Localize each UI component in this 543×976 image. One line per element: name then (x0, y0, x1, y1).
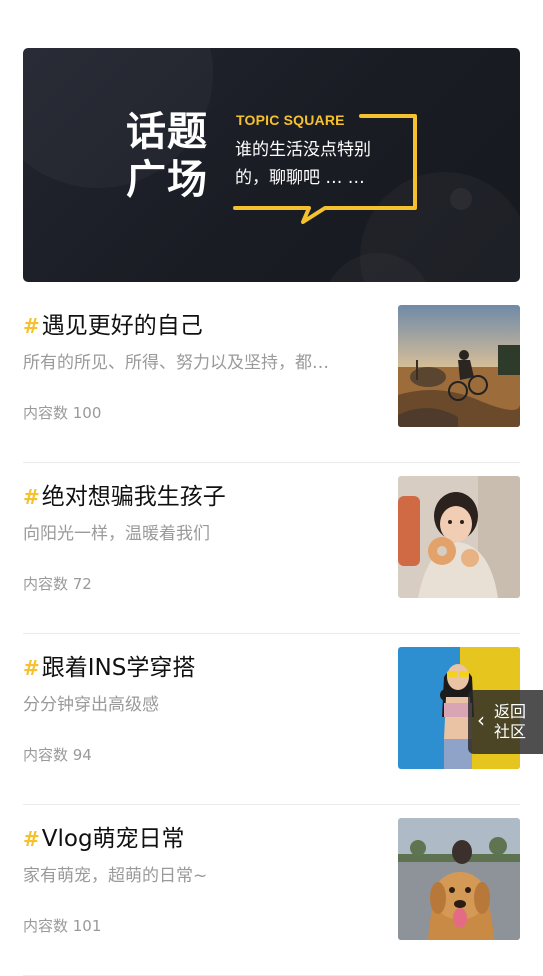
topic-title-text: 遇见更好的自己 (41, 313, 203, 339)
hash-icon: # (23, 656, 40, 680)
hash-icon: # (23, 827, 40, 851)
speech-bubble: TOPIC SQUARE 谁的生活没点特别 的，聊聊吧 … … (233, 112, 419, 224)
topic-content-count: 内容数 101 (23, 917, 102, 935)
banner-title: 话题 广场 (126, 108, 226, 204)
back-to-community-button[interactable]: ‹ 返回 社区 (468, 690, 543, 754)
topic-title-text: 绝对想骗我生孩子 (41, 484, 226, 510)
chevron-left-icon: ‹ (477, 708, 485, 732)
back-to-community-line2: 社区 (494, 722, 527, 741)
banner-subtitle-en: TOPIC SQUARE (236, 112, 345, 128)
child-donut-photo (398, 476, 520, 598)
topic-list: #遇见更好的自己 所有的所见、所得、努力以及坚持，都… 内容数 100 #绝对想… (0, 292, 543, 976)
topic-thumbnail[interactable] (398, 476, 520, 598)
topic-description: 向阳光一样，温暖着我们 (23, 524, 210, 544)
topic-content-count: 内容数 94 (23, 746, 92, 764)
topic-thumbnail[interactable] (398, 818, 520, 940)
cyclist-sunset-photo (398, 305, 520, 427)
topic-square-banner: 话题 广场 TOPIC SQUARE 谁的生活没点特别 的，聊聊吧 … … (23, 48, 520, 282)
topic-title: #Vlog萌宠日常 (23, 819, 185, 853)
back-to-community-line1: 返回 (494, 702, 527, 721)
topic-title: #遇见更好的自己 (23, 306, 203, 340)
topic-title-text: 跟着INS学穿搭 (41, 655, 196, 681)
topic-item[interactable]: #跟着INS学穿搭 分分钟穿出高级感 内容数 94 (0, 634, 543, 805)
topic-content-count: 内容数 100 (23, 404, 102, 422)
topic-item[interactable]: #Vlog萌宠日常 家有萌宠，超萌的日常~ 内容数 101 (0, 805, 543, 976)
banner-decor-dot (450, 188, 472, 210)
hash-icon: # (23, 485, 40, 509)
topic-title-text: Vlog萌宠日常 (41, 826, 185, 852)
topic-description: 家有萌宠，超萌的日常~ (23, 866, 208, 886)
banner-title-line1: 话题 (126, 109, 208, 155)
topic-title: #绝对想骗我生孩子 (23, 477, 226, 511)
banner-subtitle-line1: 谁的生活没点特别 (235, 140, 371, 160)
topic-item[interactable]: #绝对想骗我生孩子 向阳光一样，温暖着我们 内容数 72 (0, 463, 543, 634)
banner-subtitle: 谁的生活没点特别 的，聊聊吧 … … (235, 136, 405, 192)
topic-description: 分分钟穿出高级感 (23, 695, 159, 715)
banner-title-line2: 广场 (126, 157, 208, 203)
topic-title: #跟着INS学穿搭 (23, 648, 195, 682)
back-to-community-label: 返回 社区 (494, 702, 534, 742)
topic-thumbnail[interactable] (398, 305, 520, 427)
topic-content-count: 内容数 72 (23, 575, 92, 593)
banner-subtitle-line2: 的，聊聊吧 … … (235, 168, 365, 188)
golden-retriever-photo (398, 818, 520, 940)
topic-item[interactable]: #遇见更好的自己 所有的所见、所得、努力以及坚持，都… 内容数 100 (0, 292, 543, 463)
hash-icon: # (23, 314, 40, 338)
topic-description: 所有的所见、所得、努力以及坚持，都… (23, 353, 329, 373)
